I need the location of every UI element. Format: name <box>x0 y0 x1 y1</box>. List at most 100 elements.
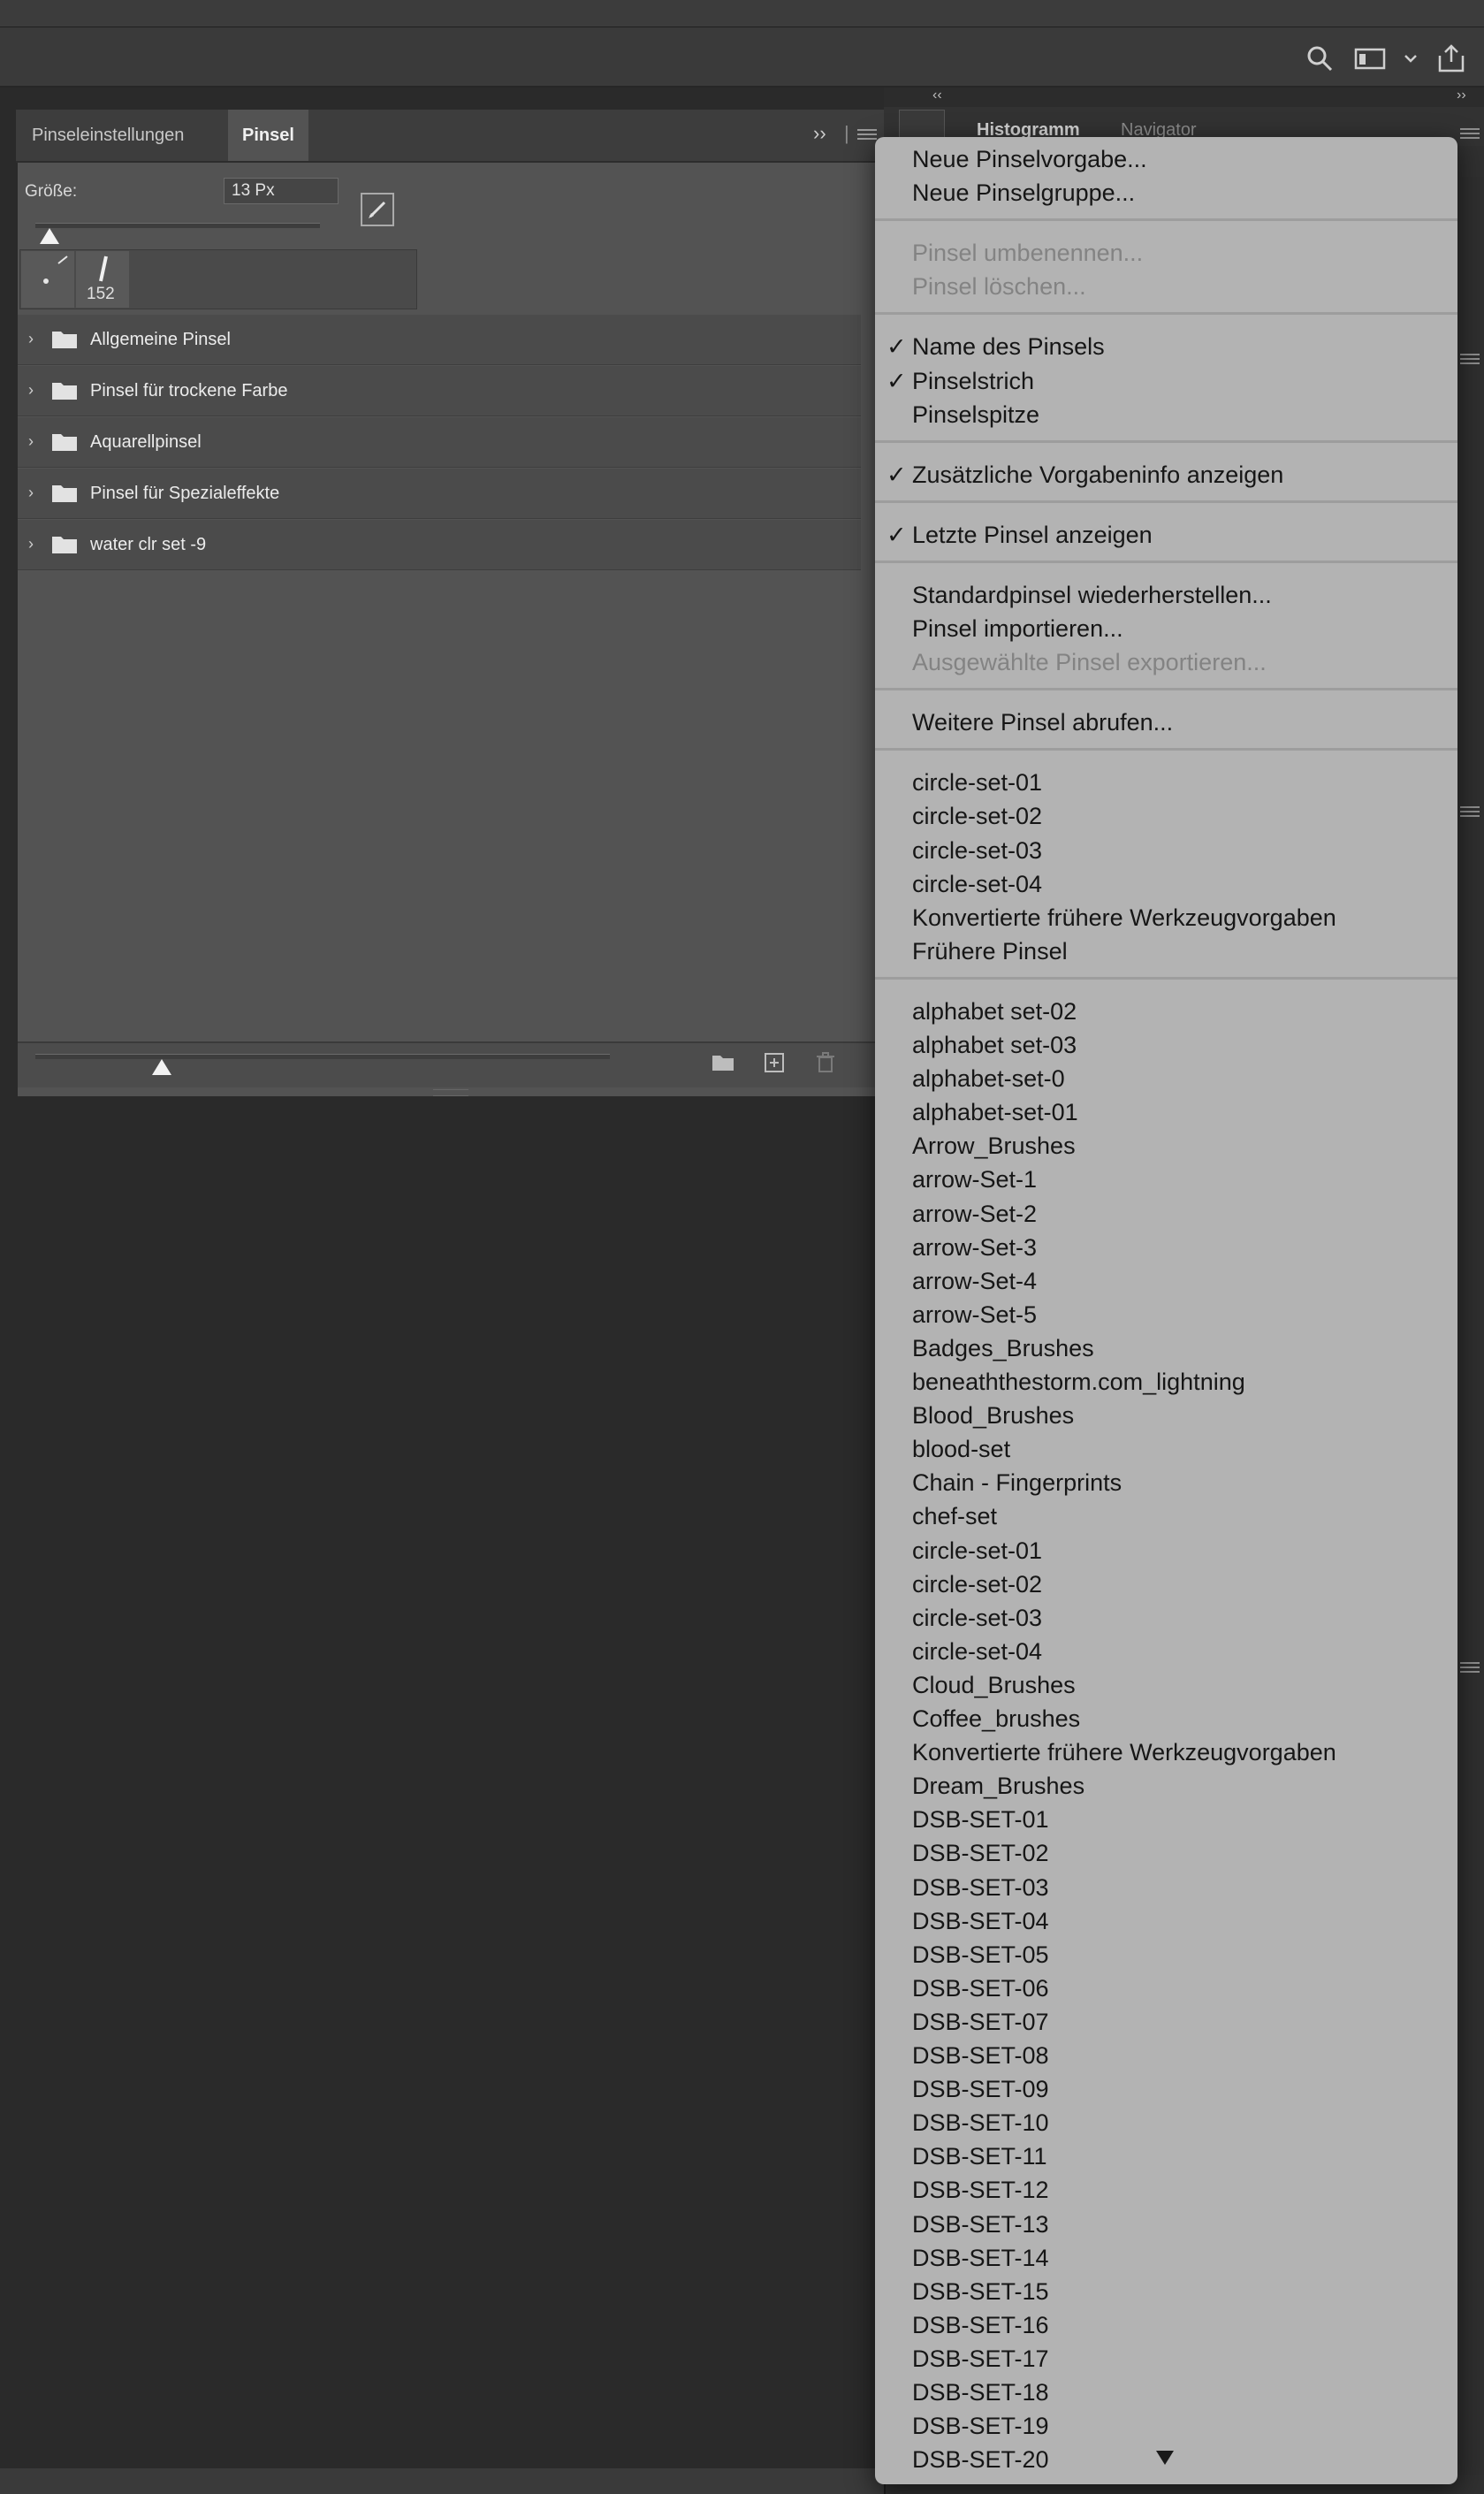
menu-item[interactable]: Blood_Brushes <box>912 1402 1074 1430</box>
panel-resize-grip[interactable] <box>433 1089 468 1096</box>
tab-pinseleinstellungen[interactable]: Pinseleinstellungen <box>18 110 198 161</box>
tab-pinsel[interactable]: Pinsel <box>228 110 308 161</box>
menu-item[interactable]: DSB-SET-15 <box>912 2278 1049 2306</box>
menu-item[interactable]: Coffee_brushes <box>912 1705 1080 1733</box>
folder-row[interactable]: › Pinsel für Spezialeffekte <box>18 469 861 519</box>
menu-item[interactable]: DSB-SET-17 <box>912 2345 1049 2373</box>
chevron-right-icon[interactable]: › <box>28 484 34 502</box>
share-icon[interactable] <box>1434 41 1469 76</box>
menu-item[interactable]: DSB-SET-03 <box>912 1874 1049 1902</box>
menu-item[interactable]: Pinsel importieren... <box>912 615 1123 643</box>
workspace-icon[interactable] <box>1352 41 1388 76</box>
folder-row[interactable]: › Allgemeine Pinsel <box>18 315 861 365</box>
menu-item[interactable]: DSB-SET-20 <box>912 2446 1049 2474</box>
menu-item[interactable]: arrow-Set-5 <box>912 1301 1037 1329</box>
menu-item[interactable]: circle-set-02 <box>912 803 1042 830</box>
menu-separator <box>875 312 1457 316</box>
menu-item[interactable]: DSB-SET-01 <box>912 1806 1049 1834</box>
menu-item[interactable]: DSB-SET-10 <box>912 2109 1049 2137</box>
menu-item[interactable]: arrow-Set-1 <box>912 1166 1037 1194</box>
menu-item[interactable]: circle-set-03 <box>912 837 1042 865</box>
collapse-left-icon[interactable]: ‹‹ <box>932 88 942 103</box>
menu-item[interactable]: circle-set-01 <box>912 1537 1042 1565</box>
menu-item[interactable]: DSB-SET-13 <box>912 2211 1049 2238</box>
menu-item[interactable]: DSB-SET-12 <box>912 2177 1049 2204</box>
menu-item[interactable]: alphabet-set-01 <box>912 1099 1078 1126</box>
folder-label: Aquarellpinsel <box>90 432 202 452</box>
menu-item[interactable]: DSB-SET-04 <box>912 1908 1049 1935</box>
brush-edit-icon[interactable] <box>361 193 394 226</box>
collapse-right-icon[interactable]: ›› <box>1457 88 1466 103</box>
new-brush-icon[interactable] <box>762 1050 787 1075</box>
menu-item[interactable]: Konvertierte frühere Werkzeugvorgaben <box>912 1739 1336 1766</box>
menu-item[interactable]: Frühere Pinsel <box>912 938 1068 965</box>
menu-item[interactable]: Pinselstrich <box>912 368 1034 395</box>
new-group-folder-icon[interactable] <box>711 1050 735 1075</box>
menu-item[interactable]: chef-set <box>912 1503 997 1530</box>
menu-item[interactable]: circle-set-04 <box>912 871 1042 898</box>
menu-item[interactable]: circle-set-01 <box>912 769 1042 797</box>
search-icon[interactable] <box>1302 41 1337 76</box>
folder-row[interactable]: › Pinsel für trockene Farbe <box>18 366 861 416</box>
size-slider[interactable] <box>35 223 320 228</box>
menu-item[interactable]: circle-set-02 <box>912 1571 1042 1598</box>
menu-item[interactable]: Chain - Fingerprints <box>912 1469 1122 1497</box>
menu-item[interactable]: Konvertierte frühere Werkzeugvorgaben <box>912 904 1336 932</box>
menu-item[interactable]: DSB-SET-08 <box>912 2042 1049 2070</box>
chevron-right-icon[interactable]: › <box>28 330 34 348</box>
menu-scroll-down-icon[interactable] <box>1156 2451 1174 2465</box>
menu-item[interactable]: DSB-SET-19 <box>912 2413 1049 2440</box>
size-slider-thumb[interactable] <box>40 228 60 244</box>
menu-item[interactable]: DSB-SET-14 <box>912 2245 1049 2272</box>
chevron-right-icon[interactable]: › <box>28 432 34 451</box>
folder-row[interactable]: › water clr set -9 <box>18 520 861 570</box>
menu-item[interactable]: DSB-SET-05 <box>912 1941 1049 1969</box>
panel-menu-icon[interactable] <box>857 129 877 141</box>
menu-item[interactable]: blood-set <box>912 1436 1010 1463</box>
dock-menu-icon[interactable] <box>1460 354 1480 367</box>
dock-menu-icon[interactable] <box>1460 1662 1480 1675</box>
menu-item[interactable]: alphabet set-03 <box>912 1032 1077 1059</box>
menu-item[interactable]: DSB-SET-07 <box>912 2009 1049 2036</box>
menu-item[interactable]: beneaththestorm.com_lightning <box>912 1369 1245 1396</box>
menu-item[interactable]: DSB-SET-02 <box>912 1840 1049 1867</box>
menu-item[interactable]: Weitere Pinsel abrufen... <box>912 709 1173 736</box>
menu-item[interactable]: circle-set-04 <box>912 1638 1042 1666</box>
menu-item[interactable]: Neue Pinselvorgabe... <box>912 146 1147 173</box>
menu-item[interactable]: Cloud_Brushes <box>912 1672 1076 1699</box>
menu-item[interactable]: Badges_Brushes <box>912 1335 1094 1362</box>
menu-item[interactable]: DSB-SET-06 <box>912 1975 1049 2002</box>
panel-collapse-icon[interactable]: ›› <box>813 122 826 145</box>
size-input[interactable]: 13 Px <box>224 178 339 204</box>
menu-item[interactable]: alphabet set-02 <box>912 998 1077 1026</box>
recent-brush-round[interactable] <box>21 251 74 308</box>
folder-row[interactable]: › Aquarellpinsel <box>18 417 861 468</box>
menu-item[interactable]: DSB-SET-11 <box>912 2143 1047 2170</box>
menu-item[interactable]: Standardpinsel wiederherstellen... <box>912 582 1272 609</box>
menu-item[interactable]: alphabet-set-0 <box>912 1065 1065 1093</box>
menu-item[interactable]: DSB-SET-09 <box>912 2076 1049 2103</box>
menu-item[interactable]: Name des Pinsels <box>912 333 1105 361</box>
menu-item[interactable]: arrow-Set-3 <box>912 1234 1037 1262</box>
menu-item[interactable]: Pinselspitze <box>912 401 1039 429</box>
folder-icon <box>52 537 77 553</box>
menu-item[interactable]: Dream_Brushes <box>912 1773 1084 1800</box>
menu-item[interactable]: DSB-SET-18 <box>912 2379 1049 2406</box>
menu-item[interactable]: Neue Pinselgruppe... <box>912 179 1135 207</box>
menu-item[interactable]: arrow-Set-2 <box>912 1201 1037 1228</box>
preview-size-slider-thumb[interactable] <box>152 1059 171 1075</box>
preview-size-slider[interactable] <box>35 1054 610 1059</box>
menu-item[interactable]: DSB-SET-16 <box>912 2312 1049 2339</box>
chevron-right-icon[interactable]: › <box>28 535 34 553</box>
menu-item[interactable]: circle-set-03 <box>912 1605 1042 1632</box>
dock-menu-icon[interactable] <box>1460 128 1480 141</box>
trash-icon[interactable] <box>813 1050 838 1075</box>
chevron-right-icon[interactable]: › <box>28 381 34 400</box>
menu-item[interactable]: Arrow_Brushes <box>912 1133 1076 1160</box>
menu-item[interactable]: arrow-Set-4 <box>912 1268 1037 1295</box>
menu-item[interactable]: Letzte Pinsel anzeigen <box>912 522 1153 549</box>
dock-menu-icon[interactable] <box>1460 806 1480 820</box>
menu-item[interactable]: Zusätzliche Vorgabeninfo anzeigen <box>912 461 1283 489</box>
folder-label: water clr set -9 <box>90 535 207 554</box>
chevron-down-icon[interactable] <box>1393 41 1428 76</box>
